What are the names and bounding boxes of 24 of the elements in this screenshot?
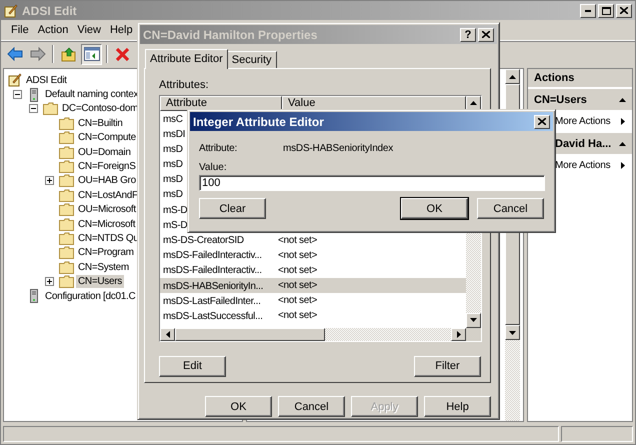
attribute-value: <not set> [277,250,317,261]
value-label: Value: [199,162,228,173]
actions-header: Actions [528,69,632,88]
attribute-name: mS-DS-CreatorSID [162,235,244,246]
attribute-name: msDS-FailedInteractiv... [162,250,262,262]
attribute-value: <not set> [277,295,317,306]
attribute-name: msDS-LastFailedInter... [162,296,261,307]
attribute-name: msDS-HABSeniorityIndex [283,142,394,154]
attribute-value: <not set> [277,234,317,246]
attribute-name: msD [162,189,183,200]
attribute-name: msDS-FailedInteractiv... [162,265,262,276]
attributes-label: Attributes: [159,78,210,91]
attribute-name: msDI [162,128,186,140]
attribute-name: msD [162,174,183,186]
window-title: ADSI Edit [22,4,77,18]
dialog-title: Integer Attribute Editor [193,114,324,128]
attribute-value: <not set> [277,280,317,292]
attribute-label: Attribute: [199,142,238,154]
attribute-name: msDS-LastSuccessful... [162,310,263,322]
attribute-value: <not set> [277,310,317,322]
attribute-value: <not set> [277,264,317,276]
attribute-name: mS-D [162,220,188,231]
dialog-title: CN=David Hamilton Properties [143,28,318,42]
attribute-name: msDS-HABSeniorityIn... [162,280,264,292]
